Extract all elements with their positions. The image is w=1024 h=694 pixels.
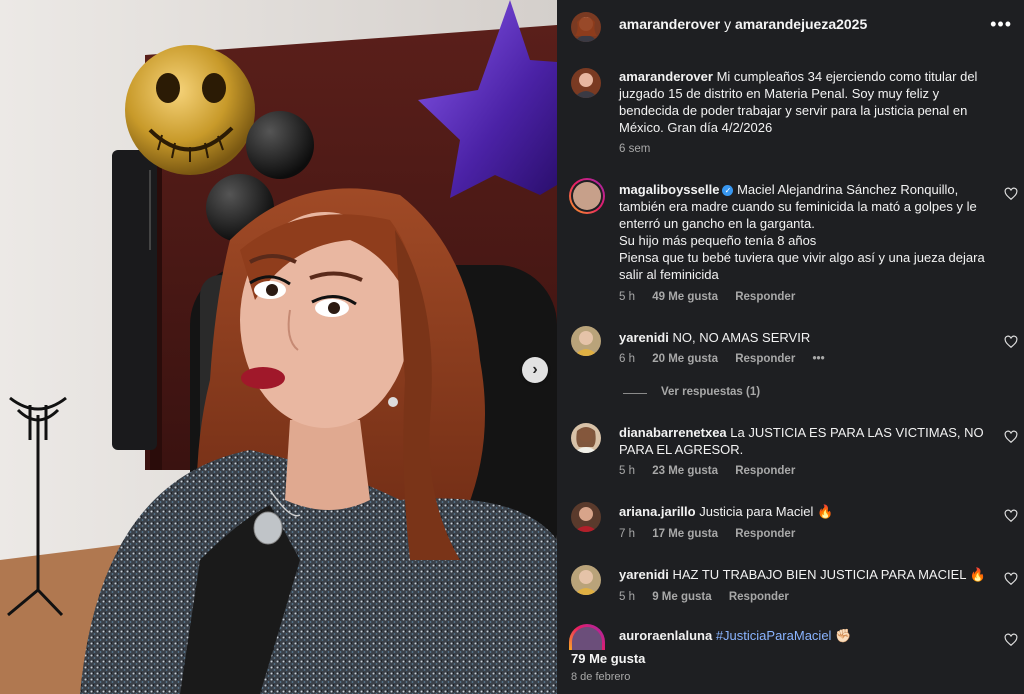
- comment-body: NO, NO AMAS SERVIR: [672, 330, 811, 345]
- hashtag-link[interactable]: #JusticiaParaMaciel: [716, 628, 832, 643]
- comment-more-icon[interactable]: •••: [813, 353, 825, 365]
- comment-time[interactable]: 5 h: [619, 291, 635, 303]
- heart-outline-icon[interactable]: [1004, 509, 1018, 523]
- comment-meta: 5 h 23 Me gusta Responder: [619, 465, 809, 477]
- comment-emoji: ✊🏻: [835, 628, 852, 643]
- comment-username[interactable]: magaliboysselle: [619, 182, 719, 197]
- header-user-1[interactable]: amaranderover: [619, 16, 720, 32]
- header-joiner: y: [724, 16, 732, 32]
- comment-body: Justicia para Maciel 🔥: [699, 504, 834, 519]
- comment-text: yarenidi NO, NO AMAS SERVIR: [619, 329, 995, 346]
- view-replies-link[interactable]: Ver respuestas (1): [661, 386, 774, 398]
- comment-likes[interactable]: 9 Me gusta: [652, 591, 711, 603]
- comment-avatar[interactable]: [571, 565, 601, 595]
- comments-panel: amaranderover y amarandejueza2025 ••• am…: [557, 0, 1024, 694]
- comment-likes[interactable]: 49 Me gusta: [652, 291, 718, 303]
- comment-username[interactable]: yarenidi: [619, 567, 669, 582]
- post-header: amaranderover y amarandejueza2025 •••: [557, 0, 1024, 50]
- comment-avatar[interactable]: [571, 423, 601, 453]
- heart-outline-icon[interactable]: [1004, 335, 1018, 349]
- reply-button[interactable]: Responder: [729, 591, 789, 603]
- replies-divider: [623, 393, 647, 394]
- comment-avatar[interactable]: [569, 178, 605, 214]
- caption-time[interactable]: 6 sem: [619, 143, 650, 155]
- comment-username[interactable]: ariana.jarillo: [619, 504, 696, 519]
- comment-line: Su hijo más pequeño tenía 8 años: [619, 233, 817, 248]
- caption-meta: 6 sem: [619, 143, 664, 155]
- comment-meta: 5 h 49 Me gusta Responder: [619, 291, 809, 303]
- comment-text: ariana.jarillo Justicia para Maciel 🔥: [619, 503, 995, 520]
- header-avatar[interactable]: [571, 12, 601, 42]
- reply-button[interactable]: Responder: [735, 291, 795, 303]
- comment-line: también era madre cuando su feminicida l…: [619, 199, 977, 231]
- comment-avatar[interactable]: [571, 326, 601, 356]
- heart-outline-icon[interactable]: [1004, 572, 1018, 586]
- verified-badge-icon: ✓: [722, 185, 734, 197]
- caption-text: amaranderover Mi cumpleaños 34 ejerciend…: [619, 68, 995, 136]
- comment-body: HAZ TU TRABAJO BIEN JUSTICIA PARA MACIEL…: [672, 567, 986, 582]
- comment-meta: 6 h 20 Me gusta Responder •••: [619, 353, 839, 365]
- comment-username[interactable]: yarenidi: [619, 330, 669, 345]
- post-photo-illustration: [0, 0, 557, 694]
- comment-time[interactable]: 6 h: [619, 353, 635, 365]
- heart-outline-icon[interactable]: [1004, 430, 1018, 444]
- comment-line: Maciel Alejandrina Sánchez Ronquillo,: [737, 182, 959, 197]
- comment-likes[interactable]: 23 Me gusta: [652, 465, 718, 477]
- comment-avatar[interactable]: [569, 624, 605, 650]
- caption-avatar[interactable]: [571, 68, 601, 98]
- more-options-icon[interactable]: •••: [990, 14, 1012, 35]
- post-photo: ›: [0, 0, 557, 694]
- comment-username[interactable]: auroraenlaluna: [619, 628, 712, 643]
- header-usernames: amaranderover y amarandejueza2025: [619, 16, 867, 32]
- header-user-2[interactable]: amarandejueza2025: [735, 16, 867, 32]
- comment-username[interactable]: dianabarrenetxea: [619, 425, 727, 440]
- chevron-right-icon: ›: [532, 361, 538, 378]
- comment-likes[interactable]: 20 Me gusta: [652, 353, 718, 365]
- post-likes-count[interactable]: 79 Me gusta: [571, 651, 645, 666]
- comment-meta: 7 h 17 Me gusta Responder: [619, 528, 809, 540]
- comment-line: Piensa que tu bebé tuviera que vivir alg…: [619, 250, 985, 282]
- comment-meta: 5 h 9 Me gusta Responder: [619, 591, 803, 603]
- caption-username[interactable]: amaranderover: [619, 69, 713, 84]
- reply-button[interactable]: Responder: [735, 465, 795, 477]
- heart-outline-icon[interactable]: [1004, 633, 1018, 647]
- comment-likes[interactable]: 17 Me gusta: [652, 528, 718, 540]
- reply-button[interactable]: Responder: [735, 353, 795, 365]
- comment-time[interactable]: 7 h: [619, 528, 635, 540]
- comment-text: magaliboysselle ✓ Maciel Alejandrina Sánc…: [619, 181, 995, 283]
- heart-outline-icon[interactable]: [1004, 187, 1018, 201]
- comment-avatar[interactable]: [571, 502, 601, 532]
- comment-time[interactable]: 5 h: [619, 465, 635, 477]
- comment-text: auroraenlaluna #JusticiaParaMaciel ✊🏻: [619, 627, 995, 644]
- comment-text: dianabarrenetxea La JUSTICIA ES PARA LAS…: [619, 424, 995, 458]
- next-photo-button[interactable]: ›: [522, 357, 548, 383]
- comment-text: yarenidi HAZ TU TRABAJO BIEN JUSTICIA PA…: [619, 566, 995, 583]
- post-date: 8 de febrero: [571, 671, 631, 683]
- comment-time[interactable]: 5 h: [619, 591, 635, 603]
- reply-button[interactable]: Responder: [735, 528, 795, 540]
- view-replies-label[interactable]: Ver respuestas (1): [661, 386, 760, 398]
